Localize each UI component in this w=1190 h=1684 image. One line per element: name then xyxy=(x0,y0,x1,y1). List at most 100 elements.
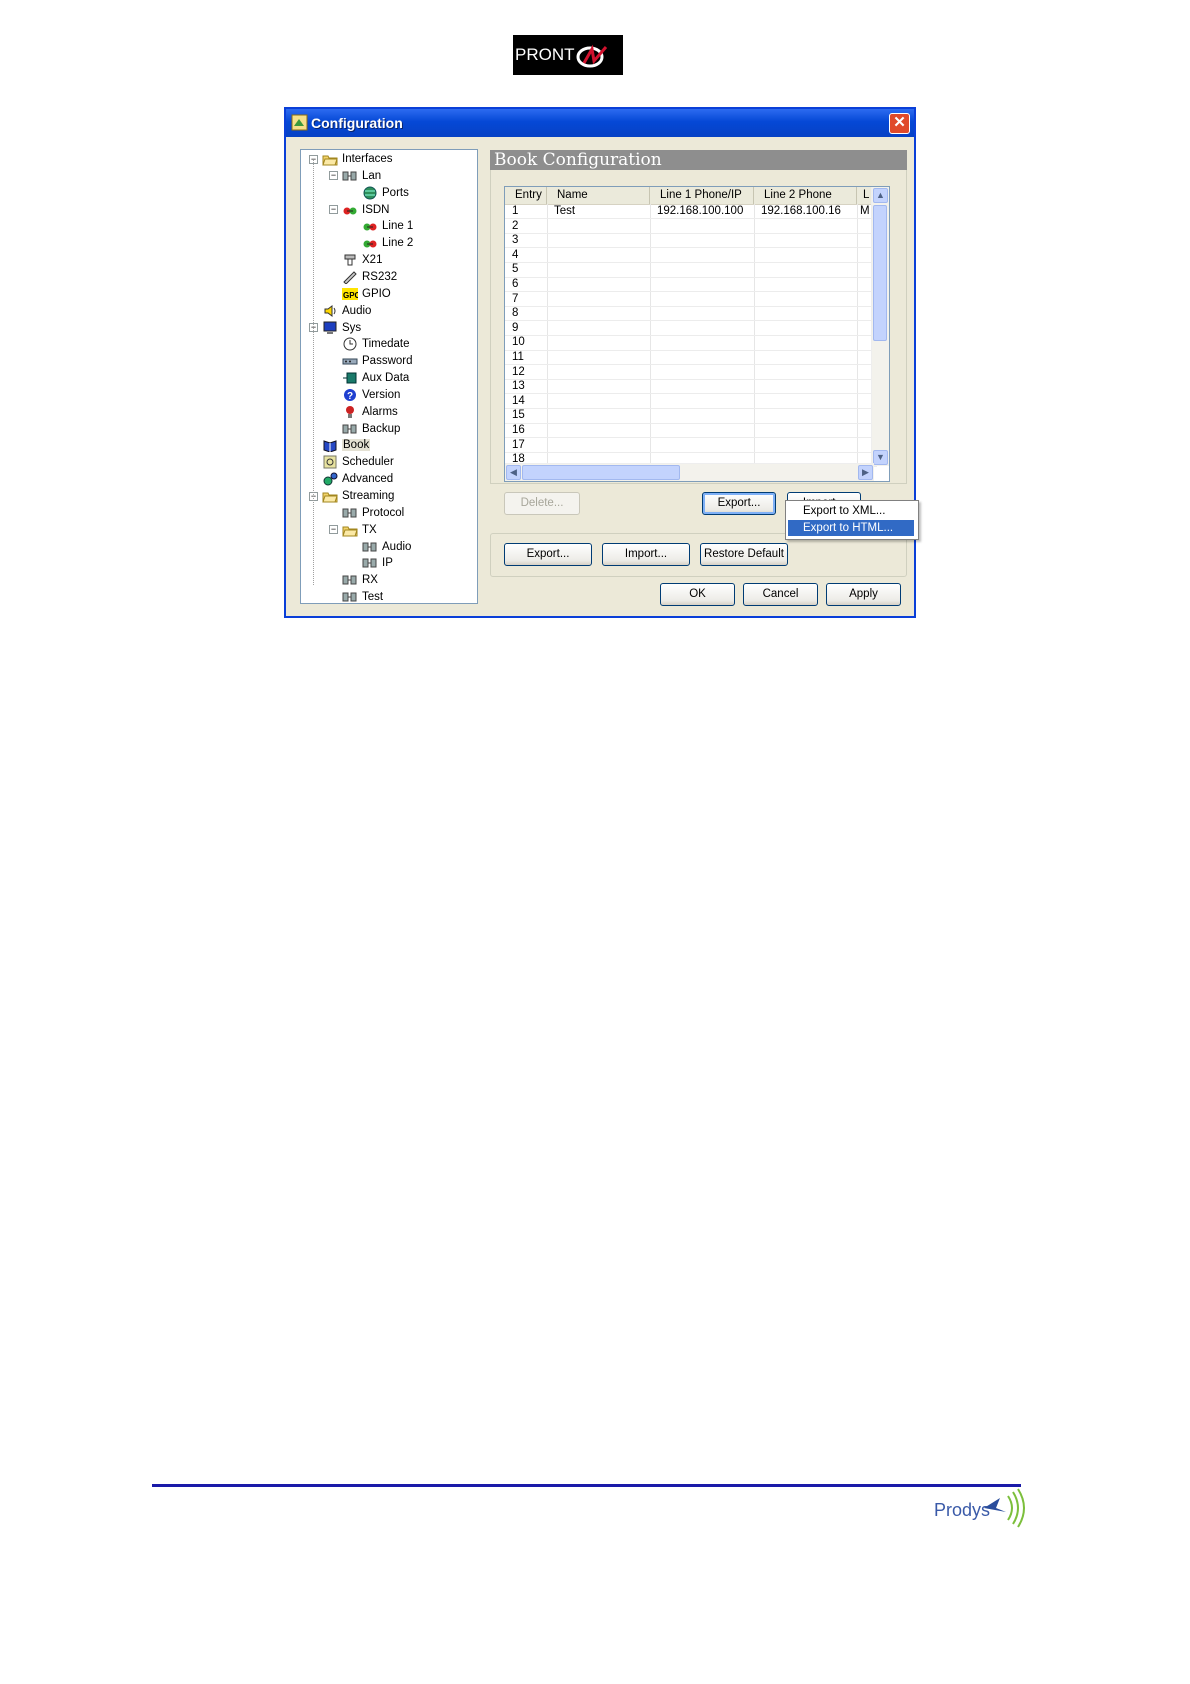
cancel-button[interactable]: Cancel xyxy=(743,583,818,606)
tree-item-protocol[interactable]: Protocol xyxy=(329,505,404,521)
menu-item-export-html[interactable]: Export to HTML... xyxy=(788,520,914,536)
tree-item-version[interactable]: ? Version xyxy=(329,387,400,403)
table-row[interactable]: 7 xyxy=(505,293,877,307)
network-icon xyxy=(342,592,357,602)
footer-rule xyxy=(152,1484,1021,1487)
scroll-up-icon[interactable]: ▲ xyxy=(873,188,888,203)
import-config-button[interactable]: Import... xyxy=(602,543,690,566)
tree-item-audio[interactable]: Audio xyxy=(309,303,371,319)
horizontal-scrollbar[interactable]: ◀ ▶ xyxy=(505,463,874,481)
scroll-left-icon[interactable]: ◀ xyxy=(506,465,521,480)
scroll-right-icon[interactable]: ▶ xyxy=(858,465,873,480)
collapse-icon[interactable]: − xyxy=(329,205,338,215)
apply-button[interactable]: Apply xyxy=(826,583,901,606)
table-cell xyxy=(754,249,857,264)
logo-text: PRONT xyxy=(515,45,575,64)
table-cell: 17 xyxy=(505,439,547,453)
tree-item-streaming[interactable]: − Streaming xyxy=(309,488,394,504)
table-row[interactable]: 15 xyxy=(505,409,877,424)
table-row[interactable]: 2 xyxy=(505,220,877,234)
svg-text:GPO: GPO xyxy=(343,291,358,300)
table-cell: 5 xyxy=(505,263,547,278)
tree-item-label: Ports xyxy=(382,186,409,199)
tree-item-aux-data[interactable]: Aux Data xyxy=(329,370,409,386)
table-row[interactable]: 14 xyxy=(505,395,877,410)
tree-item-label: Sys xyxy=(342,321,362,334)
table-row[interactable]: 10 xyxy=(505,336,877,351)
table-row[interactable]: 17 xyxy=(505,439,877,453)
restore-default-button[interactable]: Restore Default xyxy=(700,543,788,566)
menu-item-export-xml[interactable]: Export to XML... xyxy=(788,503,914,519)
settings-tree[interactable]: − Interfaces − Lan Ports − ISDN Line 1 Line 2 X21… xyxy=(300,149,478,604)
tree-item-scheduler[interactable]: Scheduler xyxy=(309,454,394,470)
vertical-scroll-thumb[interactable] xyxy=(873,205,887,341)
table-cell xyxy=(754,234,857,249)
table-cell xyxy=(754,439,857,453)
tree-item-label: ISDN xyxy=(362,203,390,216)
table-cell xyxy=(650,424,754,439)
table-row[interactable]: 16 xyxy=(505,424,877,439)
table-row[interactable]: 9 xyxy=(505,322,877,337)
tree-item-ports[interactable]: Ports xyxy=(349,185,409,201)
tree-item-line-1[interactable]: Line 1 xyxy=(349,218,413,234)
collapse-icon[interactable]: − xyxy=(329,525,338,535)
tree-item-isdn[interactable]: − ISDN xyxy=(329,202,389,218)
table-row[interactable]: 13 xyxy=(505,380,877,395)
tree-item-backup[interactable]: Backup xyxy=(329,421,400,437)
tree-item-label: X21 xyxy=(362,254,383,267)
tree-item-interfaces[interactable]: − Interfaces xyxy=(309,151,393,167)
table-row[interactable]: 8 xyxy=(505,307,877,322)
tree-item-audio[interactable]: Audio xyxy=(349,539,411,555)
tree-item-book[interactable]: Book xyxy=(309,437,371,453)
tree-item-label: Lan xyxy=(362,169,382,182)
table-row[interactable]: 4 xyxy=(505,249,877,264)
table-row[interactable]: 5 xyxy=(505,263,877,278)
table-cell xyxy=(547,424,650,439)
table-cell xyxy=(547,278,650,293)
table-row[interactable]: 12 xyxy=(505,366,877,380)
tree-item-advanced[interactable]: Advanced xyxy=(309,471,393,487)
tree-item-rs232[interactable]: RS232 xyxy=(329,269,397,285)
table-cell xyxy=(547,307,650,322)
folder-open-icon xyxy=(322,492,338,503)
tree-item-line-2[interactable]: Line 2 xyxy=(349,235,413,251)
tree-item-ip[interactable]: IP xyxy=(349,555,393,571)
tree-item-rx[interactable]: RX xyxy=(329,572,378,588)
tree-item-lan[interactable]: − Lan xyxy=(329,168,381,184)
tree-item-password[interactable]: Password xyxy=(329,353,413,369)
network-icon xyxy=(342,575,357,585)
table-cell xyxy=(754,351,857,366)
book-icon xyxy=(323,440,337,453)
export-book-button[interactable]: Export... xyxy=(702,492,776,515)
tree-item-x21[interactable]: X21 xyxy=(329,252,382,268)
tree-item-timedate[interactable]: Timedate xyxy=(329,336,410,352)
table-cell xyxy=(547,395,650,410)
tree-item-sys[interactable]: − Sys xyxy=(309,320,361,336)
tree-item-test[interactable]: Test xyxy=(329,589,383,605)
column-header-entry[interactable]: Entry xyxy=(505,187,547,204)
table-cell: 16 xyxy=(505,424,547,439)
table-cell xyxy=(754,278,857,293)
column-header-line1[interactable]: Line 1 Phone/IP xyxy=(650,187,754,204)
scroll-down-icon[interactable]: ▼ xyxy=(873,450,888,465)
collapse-icon[interactable]: − xyxy=(329,171,338,181)
delete-button[interactable]: Delete... xyxy=(504,492,580,515)
table-row[interactable]: 11 xyxy=(505,351,877,366)
table-row[interactable]: 6 xyxy=(505,278,877,293)
table-row[interactable]: 3 xyxy=(505,234,877,249)
export-context-menu: Export to XML... Export to HTML... xyxy=(785,500,919,540)
tree-item-alarms[interactable]: Alarms xyxy=(329,404,398,420)
vertical-scrollbar[interactable]: ▲ ▼ xyxy=(871,187,889,466)
column-header-name[interactable]: Name xyxy=(547,187,650,204)
horizontal-scroll-thumb[interactable] xyxy=(522,465,680,480)
table-cell xyxy=(650,293,754,307)
tree-item-tx[interactable]: − TX xyxy=(329,522,377,538)
ok-button[interactable]: OK xyxy=(660,583,735,606)
close-button[interactable]: ✕ xyxy=(889,113,910,134)
column-header-line2[interactable]: Line 2 Phone xyxy=(754,187,857,204)
tree-item-gpio[interactable]: GPO GPIO xyxy=(329,286,391,302)
table-row[interactable]: 1 Test 192.168.100.100 192.168.100.16 M xyxy=(505,205,877,220)
table-cell xyxy=(754,263,857,278)
book-table[interactable]: Entry Name Line 1 Phone/IP Line 2 Phone … xyxy=(504,186,890,482)
export-config-button[interactable]: Export... xyxy=(504,543,592,566)
